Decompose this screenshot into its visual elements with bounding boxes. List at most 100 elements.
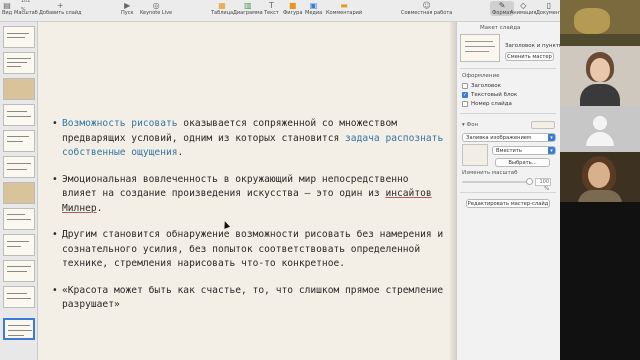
bullet-item[interactable]: «Красота может быть как счастье, то, что… bbox=[52, 284, 448, 313]
media-icon: ▣ bbox=[309, 1, 318, 10]
collaboration-button-label: Совместная работа bbox=[401, 10, 453, 16]
slide-thumbnail[interactable] bbox=[3, 26, 35, 48]
slide-thumbnail-selected[interactable] bbox=[3, 318, 35, 340]
shape-button[interactable]: ■ Фигура bbox=[283, 1, 302, 16]
divider bbox=[460, 113, 556, 114]
sidebar-icon: ▤ bbox=[3, 1, 11, 10]
scale-slider[interactable] bbox=[462, 178, 533, 185]
bullet-text: Милнер bbox=[62, 202, 97, 214]
checkbox-label: Заголовок bbox=[471, 83, 501, 89]
document-icon: ▯ bbox=[546, 1, 552, 10]
background-section-title: ▾ Фон bbox=[462, 122, 478, 128]
text-button[interactable]: T Текст bbox=[264, 1, 279, 16]
bullet-text: Эмоциональная вовлеченность в окружающий… bbox=[62, 173, 409, 200]
bullet-text: . bbox=[96, 202, 103, 214]
divider bbox=[460, 192, 556, 193]
play-button[interactable]: ▶ Пуск bbox=[121, 1, 134, 16]
layout-thumbnail[interactable] bbox=[460, 34, 500, 62]
slide-thumbnail[interactable] bbox=[3, 234, 35, 256]
text-icon: T bbox=[268, 1, 274, 10]
chevron-down-icon: ▾ bbox=[548, 134, 555, 141]
comment-button[interactable]: ▬ Комментарий bbox=[326, 1, 362, 16]
bullet-list[interactable]: Возможность рисовать оказывается сопряже… bbox=[52, 117, 448, 325]
bullet-text: «Красота может быть как счастье, то, что… bbox=[62, 284, 444, 311]
avatar-icon bbox=[593, 116, 607, 130]
slide-thumbnail[interactable] bbox=[3, 286, 35, 308]
slide-navigator[interactable] bbox=[0, 22, 38, 360]
background-color-well[interactable] bbox=[531, 121, 555, 129]
format-icon: ✎ bbox=[498, 1, 506, 10]
participant-face bbox=[588, 162, 610, 188]
choose-image-button[interactable]: Выбрать... bbox=[495, 158, 550, 167]
table-icon: ▦ bbox=[218, 1, 226, 10]
keynote-live-button-label: Keynote Live bbox=[140, 10, 173, 16]
checkbox-box bbox=[462, 101, 468, 107]
edit-master-button[interactable]: Редактировать мастер-слайд bbox=[466, 199, 550, 208]
scale-value-field[interactable]: 100 % bbox=[535, 178, 551, 192]
background-fill-select[interactable]: Заливка изображением ▾ bbox=[462, 133, 556, 142]
slide-thumbnail[interactable] bbox=[3, 104, 35, 126]
bullet-item[interactable]: Эмоциональная вовлеченность в окружающий… bbox=[52, 173, 448, 217]
add-slide-button[interactable]: + Добавить слайд bbox=[39, 1, 81, 16]
checkbox-label: Текстовый блок bbox=[471, 92, 518, 98]
slide-thumbnail[interactable] bbox=[3, 182, 35, 204]
slide-canvas[interactable]: Возможность рисовать оказывается сопряже… bbox=[38, 22, 456, 360]
slide[interactable]: Возможность рисовать оказывается сопряже… bbox=[38, 22, 456, 360]
tab-animation[interactable]: ◇ Анимация bbox=[510, 1, 536, 16]
plus-icon: + bbox=[56, 1, 64, 10]
collaboration-button[interactable]: ☺ Совместная работа bbox=[401, 1, 452, 16]
slide-thumbnail[interactable] bbox=[3, 78, 35, 100]
bullet-item[interactable]: Другим становится обнаружение возможност… bbox=[52, 228, 448, 272]
slide-thumbnail[interactable] bbox=[3, 52, 35, 74]
video-tile-no-camera bbox=[560, 106, 640, 152]
animation-icon: ◇ bbox=[520, 1, 527, 10]
view-button-label: Вид bbox=[2, 10, 13, 16]
keynote-live-button[interactable]: ◎ Keynote Live bbox=[140, 1, 172, 16]
checkbox-box bbox=[462, 83, 468, 89]
table-button-label: Таблица bbox=[211, 10, 234, 16]
participant-face bbox=[590, 58, 610, 82]
layout-name: Заголовок и пункты bbox=[505, 43, 564, 49]
table-button[interactable]: ▦ Таблица bbox=[211, 1, 233, 16]
tab-animation-label: Анимация bbox=[510, 10, 537, 16]
slide-thumbnail[interactable] bbox=[3, 156, 35, 178]
slider-knob[interactable] bbox=[526, 178, 533, 185]
background-fill-value: Заливка изображением bbox=[466, 135, 531, 141]
bullet-text: Возможность рисовать bbox=[62, 118, 178, 129]
participant-video bbox=[574, 8, 610, 34]
bullet-item[interactable]: Возможность рисовать оказывается сопряже… bbox=[52, 117, 448, 161]
media-button[interactable]: ▣ Медиа bbox=[305, 1, 322, 16]
bullet-text: Другим становится обнаружение возможност… bbox=[62, 229, 444, 269]
keynote-window: ▤ Вид 102 % Масштаб + Добавить слайд ▶ П… bbox=[0, 0, 640, 360]
body-checkbox[interactable]: ✓ Текстовый блок bbox=[462, 92, 517, 98]
collaboration-icon: ☺ bbox=[422, 1, 431, 10]
zoom-button[interactable]: 102 % Масштаб bbox=[14, 0, 38, 16]
play-button-label: Пуск bbox=[121, 10, 134, 16]
zoom-button-label: Масштаб bbox=[14, 10, 38, 16]
title-checkbox[interactable]: Заголовок bbox=[462, 83, 501, 89]
chart-button[interactable]: ▥ Диаграмма bbox=[233, 1, 263, 16]
checkmark-icon: ✓ bbox=[462, 92, 468, 98]
bullet-text: . bbox=[177, 147, 184, 158]
video-tile bbox=[560, 152, 640, 202]
fit-mode-value: Вместить bbox=[496, 148, 522, 154]
appearance-section-title: Оформление bbox=[462, 73, 500, 79]
shape-icon: ■ bbox=[288, 1, 297, 10]
slide-number-checkbox[interactable]: Номер слайда bbox=[462, 101, 512, 107]
zoom-value: 102 % bbox=[20, 0, 31, 13]
background-title-text: Фон bbox=[466, 122, 479, 128]
slide-thumbnail[interactable] bbox=[3, 130, 35, 152]
background-image-preview[interactable] bbox=[462, 144, 488, 166]
fit-mode-select[interactable]: Вместить ▾ bbox=[492, 146, 556, 155]
chart-icon: ▥ bbox=[244, 1, 252, 10]
video-tile bbox=[560, 46, 640, 106]
comment-button-label: Комментарий bbox=[326, 10, 363, 16]
slide-thumbnail[interactable] bbox=[3, 260, 35, 282]
tab-document[interactable]: ▯ Документ bbox=[536, 1, 562, 16]
change-master-button[interactable]: Сменить мастер bbox=[505, 52, 554, 61]
slide-thumbnail[interactable] bbox=[3, 208, 35, 230]
comment-icon: ▬ bbox=[340, 1, 348, 10]
view-button[interactable]: ▤ Вид bbox=[2, 1, 12, 16]
tab-document-label: Документ bbox=[536, 10, 562, 16]
scale-label: Изменить масштаб bbox=[462, 170, 518, 176]
